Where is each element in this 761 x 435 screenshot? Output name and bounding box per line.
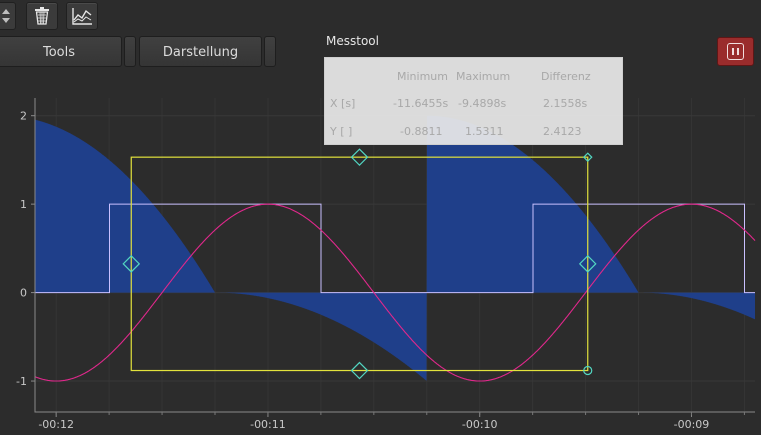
row-x-minimum: -11.6455s xyxy=(393,97,449,110)
series-area-path xyxy=(35,115,755,381)
y-tick-label: 1 xyxy=(20,198,27,211)
y-tick-label: -1 xyxy=(16,375,27,388)
messtool-table: Minimum Maximum Differenz X [s] -11.6455… xyxy=(324,57,623,145)
y-tick-label: 0 xyxy=(20,287,27,300)
row-y-differenz: 2.4123 xyxy=(543,125,582,138)
row-y-label: Y [ ] xyxy=(330,125,353,138)
header-maximum: Maximum xyxy=(456,70,511,83)
row-y-maximum: 1.5311 xyxy=(465,125,504,138)
y-tick-label: 2 xyxy=(20,110,27,123)
header-minimum: Minimum xyxy=(397,70,448,83)
x-tick-label: -00:11 xyxy=(250,418,286,431)
x-tick-label: -00:09 xyxy=(674,418,710,431)
x-tick-label: -00:10 xyxy=(462,418,498,431)
x-tick-label: -00:12 xyxy=(38,418,74,431)
series-area xyxy=(35,115,755,381)
row-x-maximum: -9.4898s xyxy=(458,97,507,110)
header-differenz: Differenz xyxy=(541,70,591,83)
row-x-differenz: 2.1558s xyxy=(543,97,588,110)
row-x-label: X [s] xyxy=(330,97,356,110)
row-y-minimum: -0.8811 xyxy=(400,125,443,138)
